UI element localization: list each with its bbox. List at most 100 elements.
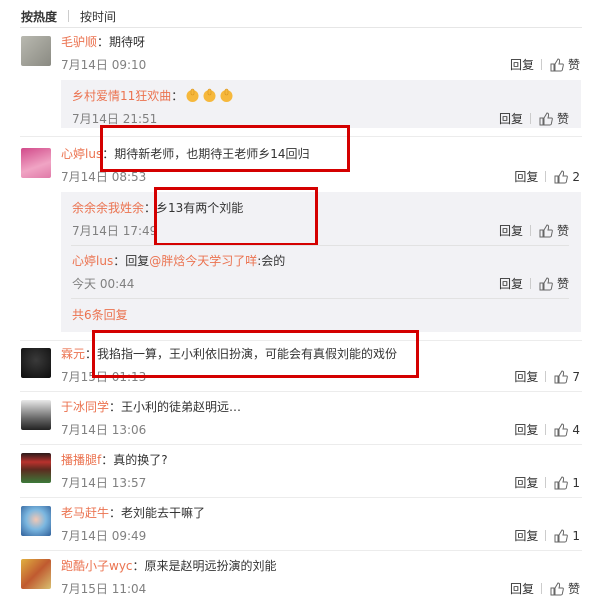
thumbs-up-icon[interactable] [539,111,553,126]
like-count[interactable]: 赞 [557,275,569,292]
comment-text-row: 于冰同学：王小利的徒弟赵明远… [61,400,242,414]
reply-divider [71,245,569,246]
reply-button[interactable]: 回复 [514,368,538,385]
avatar[interactable] [21,400,51,430]
username-link[interactable]: 跑酷小子wyc [61,559,133,573]
thumbs-up-icon[interactable] [539,276,553,291]
action-divider [540,59,542,70]
like-count[interactable]: 7 [572,370,580,384]
comment-text: 原来是赵明远扮演的刘能 [144,559,277,573]
like-count[interactable]: 1 [572,476,580,490]
sort-by-hot[interactable]: 按热度 [21,8,57,25]
thumbs-up-icon[interactable] [539,223,553,238]
reply-actions: 回复 赞 [499,275,569,292]
comment-time: 7月14日 13:06 [61,423,147,437]
reply-text: :会的 [257,254,286,268]
username-link[interactable]: 心婷lus [72,254,113,268]
avatar[interactable] [21,148,51,178]
comment-text: 老刘能去干嘛了 [121,506,206,520]
highlight-box [92,330,419,378]
header-divider [20,27,582,28]
avatar[interactable] [21,453,51,483]
reply-actions: 回复 赞 [499,222,569,239]
like-count[interactable]: 赞 [557,222,569,239]
username-link[interactable]: 老马赶牛 [61,506,109,520]
comment-time: 7月14日 13:57 [61,476,147,490]
like-count[interactable]: 2 [572,170,580,184]
reply-time: 7月14日 17:49 [72,224,158,238]
reply-button[interactable]: 回复 [499,222,523,239]
reply-actions: 回复 赞 [499,110,569,127]
highlight-box [154,187,318,246]
like-count[interactable]: 4 [572,423,580,437]
comment-text-row: 跑酷小子wyc：原来是赵明远扮演的刘能 [61,559,277,573]
reply-button[interactable]: 回复 [510,56,534,73]
reply-button[interactable]: 回复 [514,527,538,544]
comment-actions: 回复 2 [514,168,580,185]
comment-time: 7月14日 09:49 [61,529,147,543]
row-divider [20,497,582,498]
avatar[interactable] [21,506,51,536]
action-divider [545,424,547,435]
avatar[interactable] [21,559,51,589]
comment-text: 王小利的徒弟赵明远… [121,400,242,414]
reply-time: 今天 00:44 [72,277,135,291]
like-count[interactable]: 赞 [568,56,580,73]
comment-actions: 回复 4 [514,421,580,438]
thumbs-up-icon[interactable] [554,169,569,184]
avatar[interactable] [21,36,51,66]
sort-by-time[interactable]: 按时间 [80,8,116,25]
comment-time: 7月15日 11:04 [61,582,147,596]
like-count[interactable]: 赞 [568,580,580,597]
reply-button[interactable]: 回复 [510,580,534,597]
comment-text: 期待呀 [109,35,146,49]
reply-button[interactable]: 回复 [514,168,538,185]
comment-actions: 回复 赞 [510,56,580,73]
thumbs-up-icon[interactable] [550,581,564,596]
reply-text-row: 心婷lus：回复@胖焓今天学习了咩:会的 [72,254,286,268]
comment-actions: 回复 1 [514,527,580,544]
thumbs-up-icon[interactable] [554,369,569,384]
comment-text-row: 播播腿f：真的换了? [61,453,168,467]
action-divider [529,278,531,289]
thumbs-up-emoji-icon [220,88,233,102]
action-divider [545,371,547,382]
action-divider [545,171,547,182]
username-link[interactable]: 心婷lus [61,147,102,161]
comment-text-row: 老马赶牛：老刘能去干嘛了 [61,506,206,520]
thumbs-up-icon[interactable] [550,57,564,72]
reply-text-row: 乡村爱情11狂欢曲： [72,88,234,104]
action-divider [529,113,531,124]
username-link[interactable]: 于冰同学 [61,400,109,414]
username-link[interactable]: 播播腿f [61,453,101,467]
mention-link[interactable]: @胖焓今天学习了咩 [149,254,257,268]
like-count[interactable]: 1 [572,529,580,543]
thumbs-up-icon[interactable] [554,422,569,437]
username-link[interactable]: 乡村爱情11狂欢曲 [72,89,171,103]
row-divider [20,444,582,445]
reply-button[interactable]: 回复 [514,474,538,491]
username-link[interactable]: 余余余我姓余 [72,201,144,215]
reply-button[interactable]: 回复 [514,421,538,438]
comment-actions: 回复 1 [514,474,580,491]
reply-button[interactable]: 回复 [499,110,523,127]
action-divider [529,225,531,236]
sort-divider [68,10,70,22]
more-replies-link[interactable]: 共6条回复 [72,307,128,323]
like-count[interactable]: 赞 [557,110,569,127]
comment-text-row: 毛驴顺：期待呀 [61,35,146,49]
reply-button[interactable]: 回复 [499,275,523,292]
username-link[interactable]: 毛驴顺 [61,35,97,49]
thumbs-up-icon[interactable] [554,528,569,543]
username-link[interactable]: 霖元 [61,347,85,361]
action-divider [545,530,547,541]
action-divider [540,583,542,594]
avatar[interactable] [21,348,51,378]
comment-actions: 回复 赞 [510,580,580,597]
row-divider [20,391,582,392]
reply-divider [71,298,569,299]
thumbs-up-icon[interactable] [554,475,569,490]
reply-prefix: 回复 [125,254,150,268]
row-divider [20,550,582,551]
highlight-box [100,125,350,172]
